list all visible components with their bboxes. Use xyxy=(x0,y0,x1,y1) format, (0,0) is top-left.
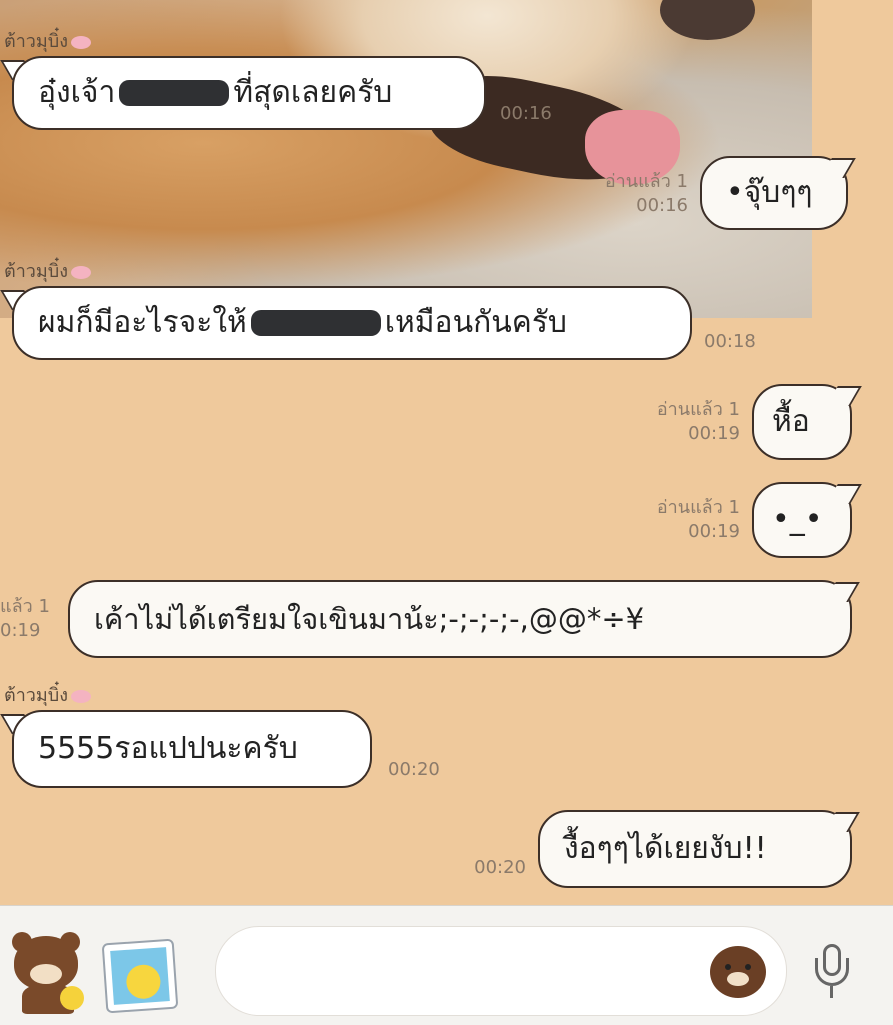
emoji-bear-icon[interactable] xyxy=(710,946,766,998)
sender-name: ต้าวมุบิ๋ง xyxy=(4,680,91,709)
redacted-text xyxy=(250,310,381,336)
message-meta: 00:18 xyxy=(704,331,756,352)
pig-emoji-icon xyxy=(70,689,91,703)
redacted-text xyxy=(119,80,230,106)
message-bubble[interactable]: เค้าไม่ได้เตรียมใจเขินมาน้ะ;-;-;-;-,@@*÷… xyxy=(68,580,852,658)
message-meta: อ่านแล้ว 1 00:19 xyxy=(656,497,740,543)
message-meta: 00:20 xyxy=(474,857,526,878)
sender-name: ต้าวมุบิ๋ง xyxy=(4,256,91,285)
message-bubble[interactable]: งื้อๆๆได้เยยงับ!! xyxy=(538,810,852,888)
message-meta: อ่านแล้ว 1 00:16 xyxy=(604,171,688,217)
message-input[interactable] xyxy=(215,926,787,1016)
photo-dog-nose xyxy=(660,0,755,40)
photo-gallery-icon[interactable] xyxy=(101,938,179,1014)
sender-name: ต้าวมุบิ๋ง xyxy=(4,26,91,55)
pig-emoji-icon xyxy=(70,35,91,49)
pig-emoji-icon xyxy=(70,265,91,279)
bear-sticker-icon[interactable] xyxy=(8,926,88,1014)
microphone-icon[interactable] xyxy=(808,944,858,1004)
message-bubble[interactable]: ผมก็มีอะไรจะให้ เหมือนกันครับ xyxy=(12,286,692,360)
message-meta: แล้ว 1 0:19 xyxy=(0,596,50,642)
message-bubble[interactable]: อุ๋งเจ้า ที่สุดเลยครับ xyxy=(12,56,486,130)
message-bubble[interactable]: 5555รอแปปนะครับ xyxy=(12,710,372,788)
message-meta: 00:20 xyxy=(388,759,440,780)
message-meta: 00:16 xyxy=(500,103,552,124)
input-bar xyxy=(0,905,893,1025)
message-meta: อ่านแล้ว 1 00:19 xyxy=(656,399,740,445)
chat-area: ต้าวมุบิ๋ง อุ๋งเจ้า ที่สุดเลยครับ 00:16 อ… xyxy=(0,0,893,905)
photo-message[interactable] xyxy=(0,0,812,318)
